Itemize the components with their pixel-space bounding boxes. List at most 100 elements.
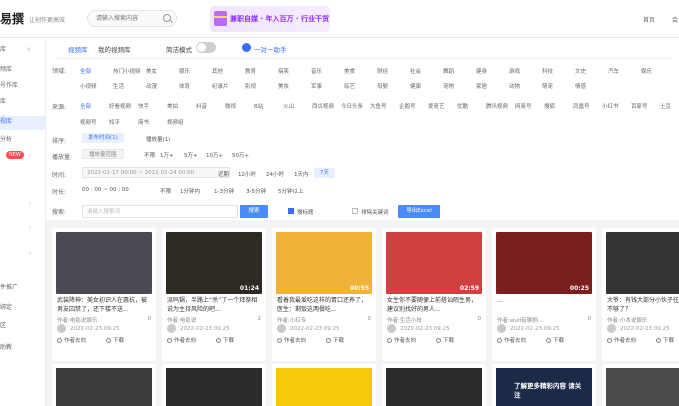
field-tag[interactable]: 美食 [344, 67, 355, 75]
follow-author-button[interactable]: 作者去向 [277, 336, 306, 344]
field-tag[interactable]: 财经 [377, 67, 388, 75]
source-tag[interactable]: 企鹅号 [399, 102, 416, 110]
video-card[interactable]: 武装降神：美女初识人在惠杭，被男友囚禁了，还下楼不送... 作者:电影说娱乐 0 20… [52, 228, 156, 361]
field-tag[interactable]: 军事 [311, 82, 322, 90]
video-card[interactable] [602, 364, 679, 406]
video-thumbnail[interactable] [56, 368, 152, 406]
play-opt-2[interactable]: 5万+ [184, 151, 198, 159]
sidebar-item-expand-2[interactable]: › [0, 222, 45, 234]
video-thumbnail[interactable]: 00:55 [276, 232, 372, 294]
field-tag[interactable]: 健身 [476, 67, 487, 75]
source-tag[interactable]: 火山 [283, 102, 294, 110]
field-tag[interactable]: 家居 [476, 82, 487, 90]
source-tag[interactable]: 知乎 [109, 118, 120, 126]
play-unlimited[interactable]: 不限 [144, 151, 155, 159]
video-thumbnail[interactable] [606, 368, 679, 406]
field-tag[interactable]: 动物 [509, 82, 520, 90]
nav-home-link[interactable]: 首页 [643, 15, 655, 24]
video-card[interactable]: 00:55 看着我最爱吃这样的胃口还养了，医生：剩饭这两餐吃... 作者:小红专 0 2… [272, 228, 376, 361]
field-tag[interactable]: 全部 [80, 67, 91, 75]
source-tag[interactable]: 网易号 [515, 102, 532, 110]
time-opt-recent[interactable]: 近期 [218, 170, 229, 178]
video-author[interactable]: 作者:电影说 [167, 316, 196, 324]
video-card[interactable]: 大爷：有钱大部分小伙子往家里装不够了？作者:小本说娱乐02022-02-23 0… [602, 228, 679, 361]
dur-opt-4[interactable]: 5分钟以上 [278, 187, 304, 195]
source-tag[interactable]: 土豆 [660, 102, 671, 110]
video-thumbnail[interactable]: 了解更多精彩内容 请关注 [496, 368, 592, 406]
source-tag[interactable]: 全部 [80, 102, 91, 110]
field-tag[interactable]: 情感 [575, 82, 586, 90]
video-title[interactable]: 女生你不要随便上前搭讪陌生男，建议别找好的男人... [387, 296, 481, 314]
time-opt-12h[interactable]: 12小时 [238, 170, 256, 178]
field-tag[interactable]: 萌宠 [542, 82, 553, 90]
download-button[interactable]: 下载 [436, 336, 454, 344]
source-tag[interactable]: 搜狐 [544, 102, 555, 110]
source-tag[interactable]: 美拍 [167, 102, 178, 110]
search-button[interactable]: 搜索 [240, 205, 268, 218]
video-thumbnail[interactable]: 02:59 [386, 232, 482, 294]
follow-author-button[interactable]: 作者去向 [607, 336, 636, 344]
video-thumbnail[interactable]: 01:24 [166, 232, 262, 294]
sidebar-item-lib[interactable]: 库 ∨ [0, 44, 45, 56]
field-tag[interactable]: 动漫 [146, 82, 157, 90]
video-title[interactable]: 看着我最爱吃这样的胃口还养了，医生：剩饭这两餐吃... [277, 296, 371, 314]
follow-author-button[interactable]: 作者去向 [57, 336, 86, 344]
time-opt-1d[interactable]: 1天内 [294, 170, 309, 178]
sidebar-item-expand-1[interactable]: › [0, 198, 45, 210]
field-tag[interactable]: 舞蹈 [443, 67, 454, 75]
sidebar-item-video-lib-active[interactable]: 视库 [0, 116, 45, 130]
field-tag[interactable]: 文史 [575, 67, 586, 75]
field-tag[interactable]: 搞笑 [278, 67, 289, 75]
promo-banner[interactable]: 兼职自媒 · 年入百万 · 行业干货 [210, 6, 330, 32]
play-range-input[interactable]: 播放量范围 [82, 149, 124, 159]
video-card[interactable]: 02:59 女生你不要随便上前搭讪陌生男，建议别找好的男人... 作者:生活小技 0 2… [382, 228, 486, 361]
sidebar-item-account[interactable]: 号作库 [0, 80, 45, 92]
search-icon[interactable] [163, 14, 171, 22]
field-tag[interactable]: 影视 [245, 82, 256, 90]
source-tag[interactable]: 视频号 [80, 118, 97, 126]
time-opt-24h[interactable]: 24小时 [266, 170, 284, 178]
download-button[interactable]: 下载 [326, 336, 344, 344]
title-search-checkbox[interactable] [288, 208, 294, 214]
source-tag[interactable]: 百家号 [631, 102, 648, 110]
source-tag[interactable]: 简书 [138, 118, 149, 126]
play-opt-1[interactable]: 1万+ [160, 151, 174, 159]
tab-my-video-lib[interactable]: 我的视频库 [98, 44, 131, 54]
sidebar-item-promote[interactable]: 件推广 [0, 282, 45, 294]
source-tag[interactable]: 爱奇艺 [428, 102, 445, 110]
sidebar-item-assistant[interactable]: 助教 [0, 342, 45, 354]
video-author[interactable]: 作者:小本说娱乐 [607, 316, 647, 324]
sidebar-item-material[interactable]: 库 [0, 96, 45, 108]
video-card[interactable] [162, 364, 266, 406]
video-author[interactable]: 作者:生活小技 [387, 316, 422, 324]
sort-publish-time[interactable]: 发布时间(1) [82, 133, 124, 143]
field-tag[interactable]: 体育 [179, 82, 190, 90]
video-author[interactable]: 作者:wulf有聊剧... [497, 316, 543, 324]
play-opt-4[interactable]: 50万+ [232, 151, 249, 159]
field-tag[interactable]: 汽车 [608, 67, 619, 75]
download-button[interactable]: 下载 [216, 336, 234, 344]
video-title[interactable]: 派吗锅，半路上“杀”了一个拜祭相说为主持风险的吧... [167, 296, 261, 314]
video-card[interactable] [52, 364, 156, 406]
video-card[interactable] [382, 364, 486, 406]
field-tag[interactable]: 母婴 [377, 82, 388, 90]
video-thumbnail[interactable] [606, 232, 679, 294]
video-card[interactable]: 了解更多精彩内容 请关注 [492, 364, 596, 406]
follow-author-button[interactable]: 作者去向 [387, 336, 416, 344]
sidebar-item-community[interactable]: 区 [0, 320, 45, 332]
field-tag[interactable]: 纪录片 [212, 82, 229, 90]
follow-author-button[interactable]: 作者去向 [497, 336, 526, 344]
field-tag[interactable]: 健康 [410, 82, 421, 90]
duration-range-input[interactable]: 00 : 00 ~ 00 : 00 [82, 187, 129, 193]
field-tag[interactable]: 小视频 [80, 82, 97, 90]
play-opt-3[interactable]: 10万+ [206, 151, 223, 159]
app-logo[interactable]: 易撰 [0, 10, 24, 27]
source-tag[interactable]: 好看视频 [109, 102, 131, 110]
source-tag[interactable]: 小红书 [602, 102, 619, 110]
source-tag[interactable]: 凤凰号 [573, 102, 590, 110]
field-tag[interactable]: 生活 [113, 82, 124, 90]
field-tag[interactable]: 美妆 [278, 82, 289, 90]
exclude-keyword-checkbox[interactable] [352, 208, 358, 214]
field-tag[interactable]: 音乐 [311, 67, 322, 75]
sidebar-item-analysis[interactable]: 分析 [0, 134, 45, 146]
